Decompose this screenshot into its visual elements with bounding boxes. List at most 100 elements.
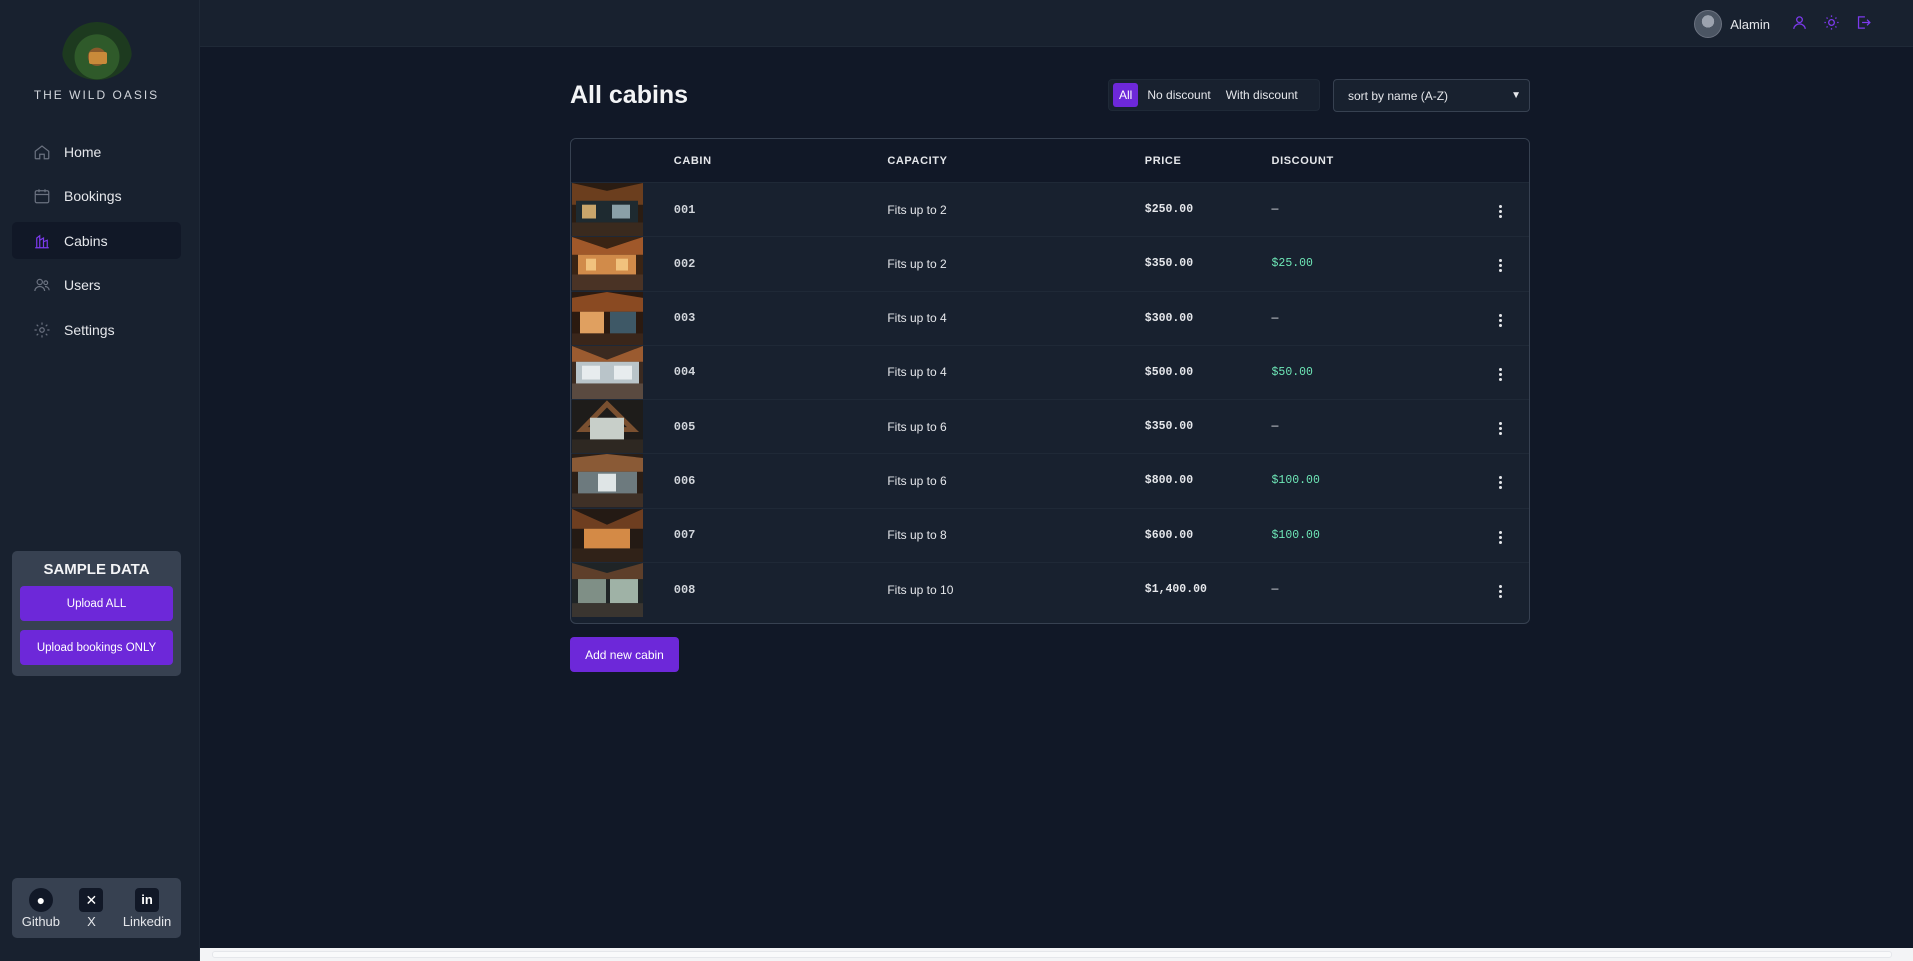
top-bar: Alamin xyxy=(200,0,1913,47)
sidebar: THE WILD OASIS Home Bookings Cabins User… xyxy=(0,0,200,961)
add-cabin-button[interactable]: Add new cabin xyxy=(570,637,679,672)
cabin-image xyxy=(571,237,674,291)
table-row: 008 Fits up to 10 $1,400.00 — xyxy=(571,562,1529,617)
calendar-icon xyxy=(32,186,52,206)
cabin-name: 005 xyxy=(673,419,696,434)
cabin-discount: $100.00 xyxy=(1271,474,1320,488)
header-actions xyxy=(1789,12,1873,32)
cabin-price: $350.00 xyxy=(1144,420,1194,434)
cabin-name: 008 xyxy=(673,582,696,597)
main-nav: Home Bookings Cabins Users Settings xyxy=(12,133,181,356)
sample-data-panel: SAMPLE DATA Upload ALL Upload bookings O… xyxy=(12,551,181,676)
upload-all-button[interactable]: Upload ALL xyxy=(20,586,173,621)
cabin-capacity: Fits up to 2 xyxy=(887,256,947,271)
table-row: 003 Fits up to 4 $300.00 — xyxy=(571,291,1529,346)
table-row: 004 Fits up to 4 $500.00 $50.00 xyxy=(571,345,1529,400)
user-profile[interactable]: Alamin xyxy=(1694,10,1770,38)
row-menu-icon[interactable] xyxy=(1495,527,1506,548)
sidebar-item-bookings[interactable]: Bookings xyxy=(12,178,181,215)
cabin-image xyxy=(571,454,674,508)
discount-filter: All No discount With discount xyxy=(1108,79,1320,111)
users-icon xyxy=(32,275,52,295)
cabin-capacity: Fits up to 10 xyxy=(887,582,954,597)
sidebar-item-label: Home xyxy=(64,143,102,160)
cabin-image xyxy=(571,508,674,562)
table-row: 002 Fits up to 2 $350.00 $25.00 xyxy=(571,237,1529,292)
sidebar-item-label: Cabins xyxy=(64,232,108,249)
cabin-discount: $100.00 xyxy=(1271,528,1320,542)
header-capacity: CAPACITY xyxy=(887,154,948,167)
sidebar-item-cabins[interactable]: Cabins xyxy=(12,222,181,259)
horizontal-scrollbar[interactable] xyxy=(200,948,1913,961)
home-icon xyxy=(32,142,52,162)
filter-all-button[interactable]: All xyxy=(1113,83,1139,107)
row-menu-icon[interactable] xyxy=(1495,310,1506,331)
cabin-discount: — xyxy=(1271,420,1279,434)
github-link[interactable]: ● Github xyxy=(21,887,61,929)
cabin-price: $500.00 xyxy=(1144,365,1194,379)
avatar xyxy=(1694,10,1723,38)
cabin-capacity: Fits up to 6 xyxy=(887,419,947,434)
cabin-capacity: Fits up to 6 xyxy=(887,473,947,488)
sun-icon[interactable] xyxy=(1821,12,1841,32)
sample-data-title: SAMPLE DATA xyxy=(43,561,150,578)
cabin-capacity: Fits up to 4 xyxy=(887,311,947,326)
table-row: 007 Fits up to 8 $600.00 $100.00 xyxy=(571,508,1529,563)
cabin-price: $300.00 xyxy=(1144,311,1194,325)
cabin-image xyxy=(571,562,674,617)
cabin-name: 006 xyxy=(673,473,696,488)
header-discount: DISCOUNT xyxy=(1271,154,1334,167)
logo[interactable]: THE WILD OASIS xyxy=(0,22,193,102)
logout-icon[interactable] xyxy=(1853,12,1873,32)
cabin-name: 003 xyxy=(673,311,696,326)
cabin-image xyxy=(571,183,674,237)
cabin-name: 002 xyxy=(673,256,696,271)
x-link[interactable]: ✕ X xyxy=(79,887,104,929)
row-menu-icon[interactable] xyxy=(1495,201,1506,222)
table-row: 005 Fits up to 6 $350.00 — xyxy=(571,400,1529,455)
table-row: 001 Fits up to 2 $250.00 — xyxy=(571,183,1529,238)
linkedin-label: Linkedin xyxy=(122,913,172,929)
vertical-scrollbar[interactable] xyxy=(1900,48,1913,948)
x-icon: ✕ xyxy=(79,887,104,912)
cabin-price: $800.00 xyxy=(1144,474,1194,488)
cabin-discount: $25.00 xyxy=(1271,257,1313,271)
cabin-price: $250.00 xyxy=(1144,203,1194,217)
cabin-price: $350.00 xyxy=(1144,257,1194,271)
table-row: 006 Fits up to 6 $800.00 $100.00 xyxy=(571,454,1529,509)
row-menu-icon[interactable] xyxy=(1495,418,1506,439)
account-icon[interactable] xyxy=(1789,12,1809,32)
cabin-capacity: Fits up to 2 xyxy=(887,202,947,217)
x-label: X xyxy=(87,913,96,929)
row-menu-icon[interactable] xyxy=(1495,472,1506,493)
cabin-capacity: Fits up to 8 xyxy=(887,528,947,543)
row-menu-icon[interactable] xyxy=(1495,581,1506,602)
row-menu-icon[interactable] xyxy=(1495,255,1506,276)
brand-name: THE WILD OASIS xyxy=(33,88,160,102)
header-image xyxy=(571,139,674,182)
cabin-discount: — xyxy=(1271,203,1279,217)
scrollbar-thumb[interactable] xyxy=(212,951,1892,958)
header-price: PRICE xyxy=(1144,154,1182,167)
linkedin-icon: in xyxy=(135,887,160,912)
logo-image xyxy=(61,22,132,80)
row-menu-icon[interactable] xyxy=(1495,364,1506,385)
cabin-price: $600.00 xyxy=(1144,528,1194,542)
sidebar-item-label: Bookings xyxy=(64,188,122,204)
sort-select[interactable]: sort by name (A-Z) ▼ xyxy=(1333,79,1530,112)
filter-no-discount-button[interactable]: No discount xyxy=(1141,83,1216,107)
sidebar-item-users[interactable]: Users xyxy=(12,267,181,304)
github-label: Github xyxy=(21,913,61,929)
header-cabin: CABIN xyxy=(673,154,712,167)
filter-with-discount-button[interactable]: With discount xyxy=(1220,83,1304,107)
sidebar-item-settings[interactable]: Settings xyxy=(12,311,181,348)
sidebar-item-home[interactable]: Home xyxy=(12,133,181,170)
cabin-name: 004 xyxy=(673,365,696,380)
cabin-discount: $50.00 xyxy=(1271,365,1313,379)
sort-selected-value: sort by name (A-Z) xyxy=(1348,88,1449,103)
table-header: CABIN CAPACITY PRICE DISCOUNT xyxy=(571,139,1529,183)
linkedin-link[interactable]: in Linkedin xyxy=(122,887,172,929)
cabin-name: 007 xyxy=(673,528,696,543)
upload-bookings-button[interactable]: Upload bookings ONLY xyxy=(20,630,173,665)
cabin-capacity: Fits up to 4 xyxy=(887,365,947,380)
